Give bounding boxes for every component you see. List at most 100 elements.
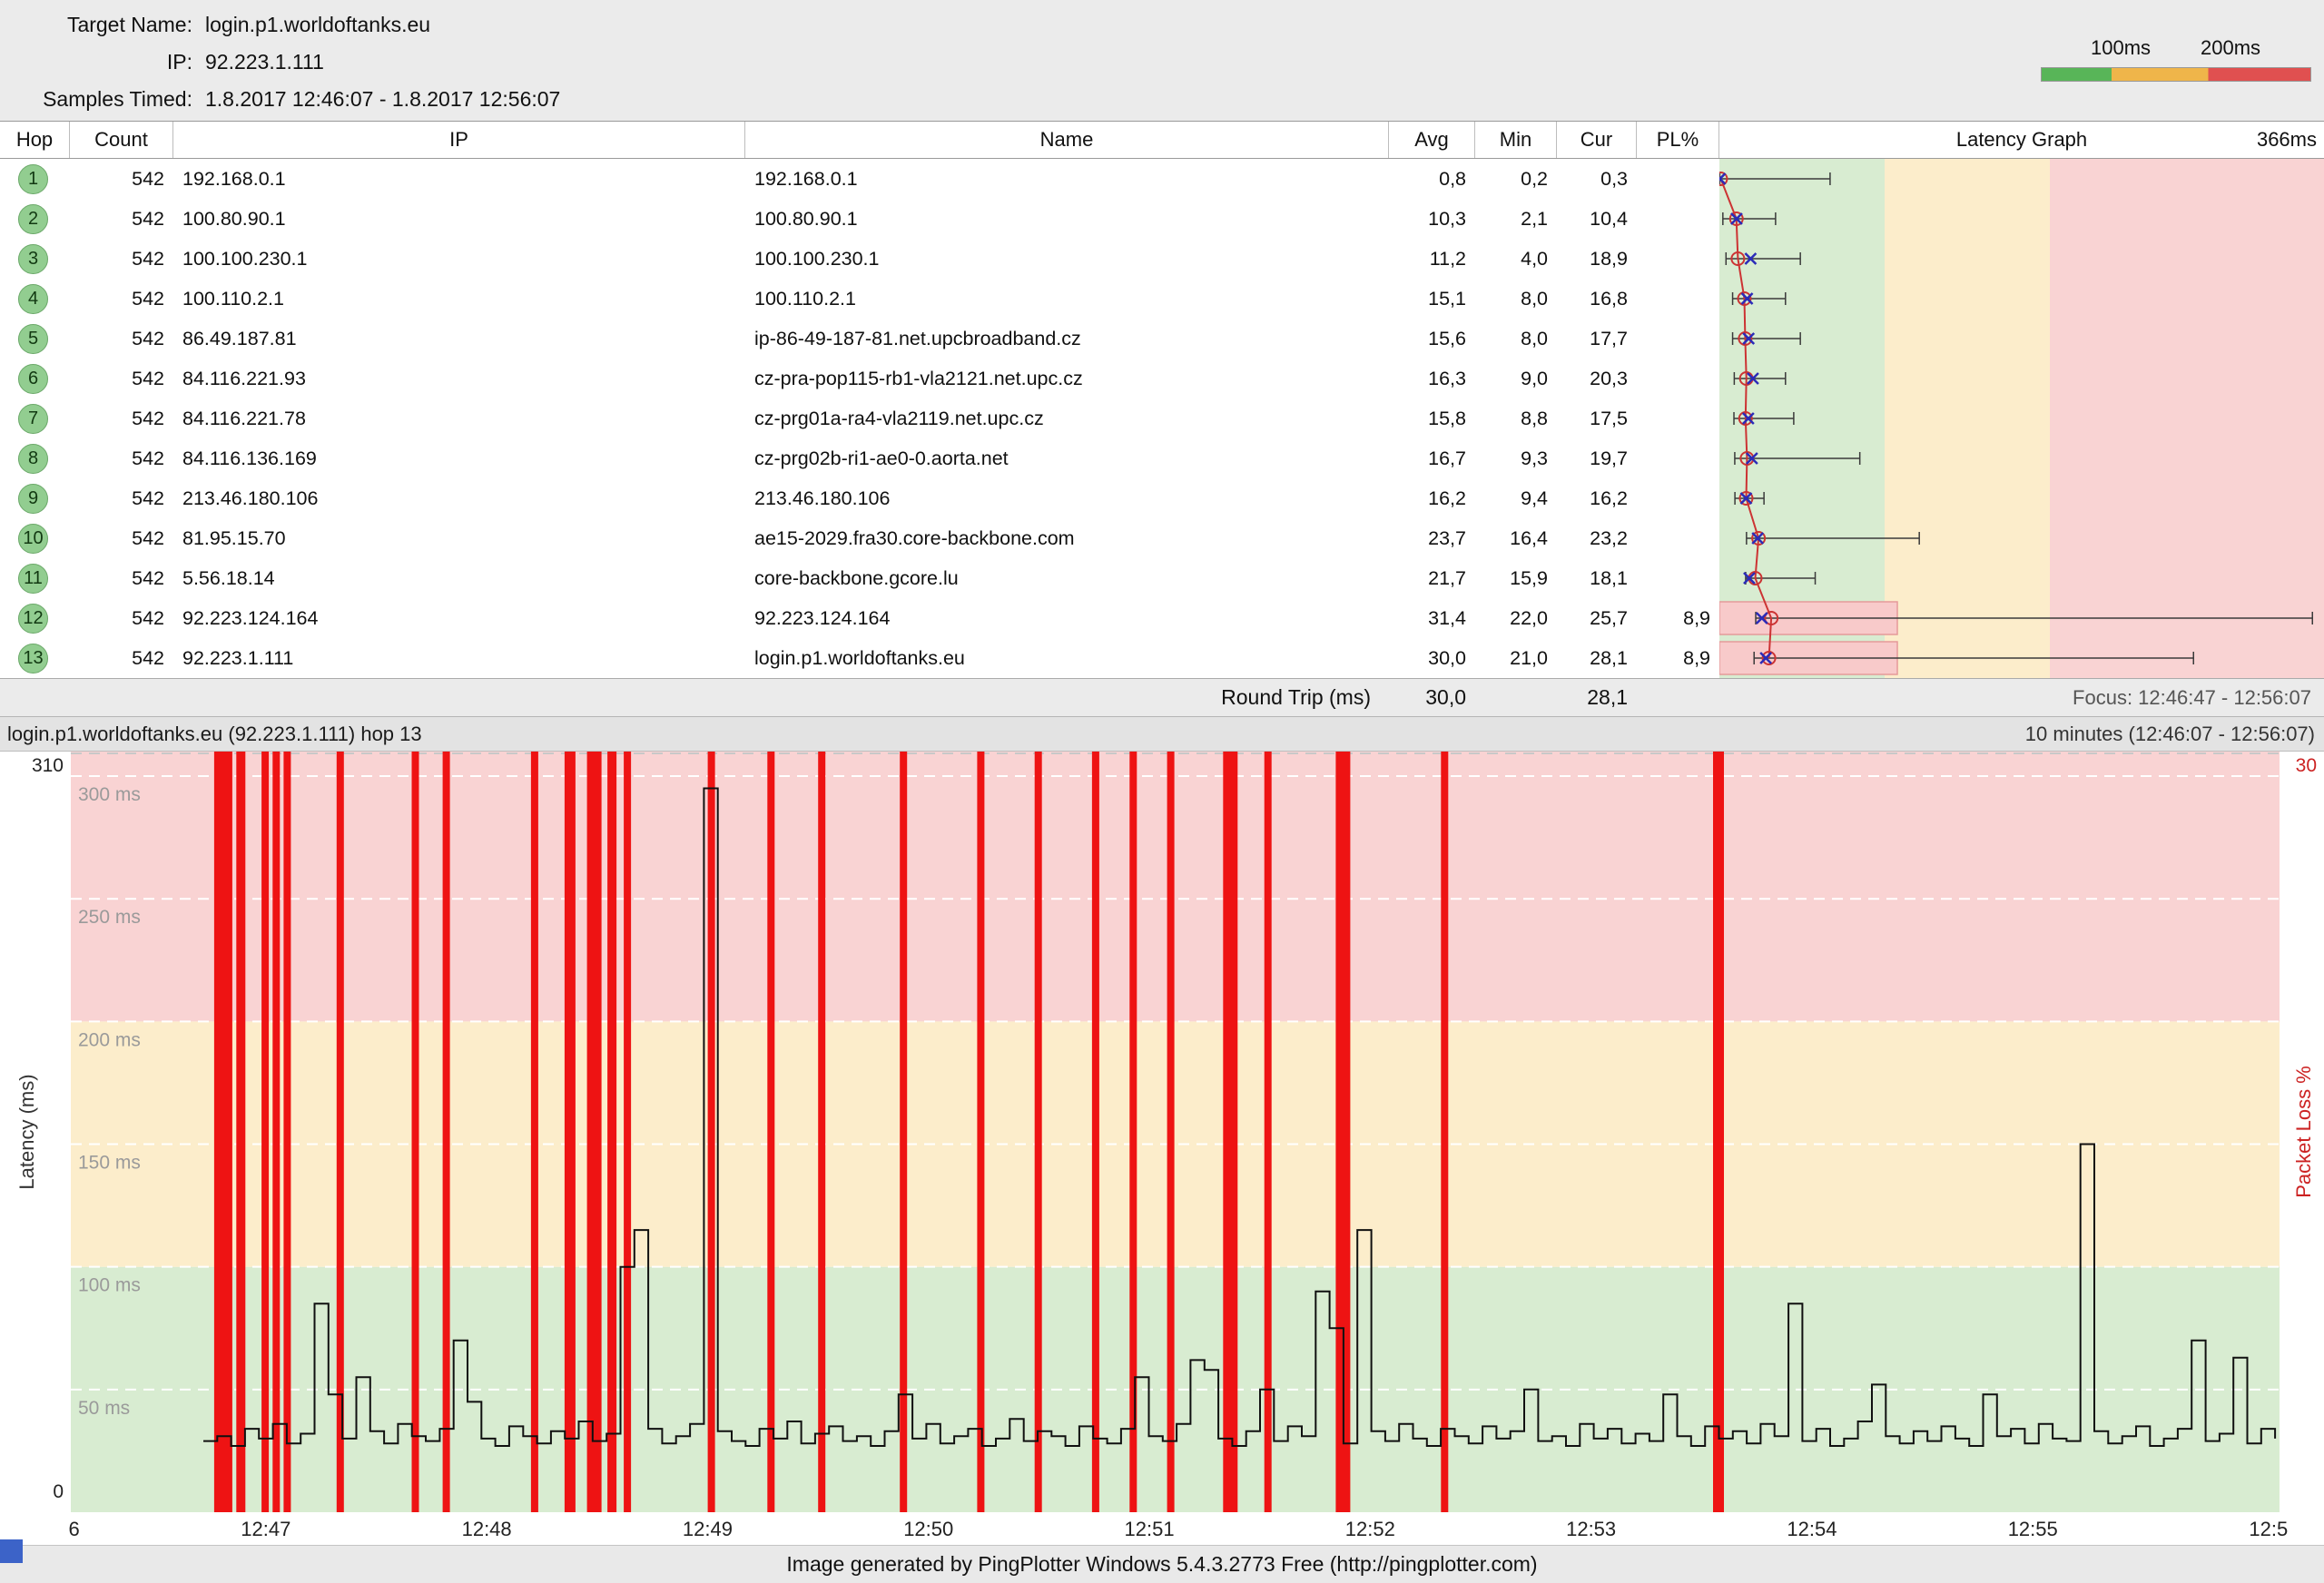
avg-cell: 16,7 [1389, 438, 1466, 478]
x-tick-label: 6 [69, 1518, 80, 1541]
avg-cell: 15,8 [1389, 398, 1466, 438]
name-cell: cz-prg01a-ra4-vla2119.net.upc.cz [754, 398, 1381, 438]
corner-accent [0, 1539, 23, 1563]
latency-graph-column[interactable] [1719, 159, 2324, 678]
avg-cell: 15,6 [1389, 319, 1466, 359]
avg-cell: 21,7 [1389, 558, 1466, 598]
name-cell: 100.110.2.1 [754, 279, 1381, 319]
col-header-hop[interactable]: Hop [0, 122, 70, 158]
time-graph-window-label[interactable]: 10 minutes (12:46:07 - 12:56:07) [2025, 717, 2315, 751]
cur-cell: 16,8 [1557, 279, 1628, 319]
hop-badge: 1 [18, 164, 48, 194]
avg-cell: 16,3 [1389, 359, 1466, 398]
pl-cell [1637, 518, 1710, 558]
latency-graph-title: Latency Graph [1956, 128, 2087, 151]
min-cell: 0,2 [1475, 159, 1548, 199]
cur-cell: 17,5 [1557, 398, 1628, 438]
col-header-avg[interactable]: Avg [1389, 122, 1475, 158]
samples-timed-label: Samples Timed: [0, 87, 192, 112]
count-cell: 542 [70, 438, 164, 478]
legend-200ms-label: 200ms [2201, 36, 2260, 60]
name-cell: cz-prg02b-ri1-ae0-0.aorta.net [754, 438, 1381, 478]
ip-label: IP: [0, 50, 192, 74]
cur-cell: 17,7 [1557, 319, 1628, 359]
cur-cell: 20,3 [1557, 359, 1628, 398]
ip-cell: 5.56.18.14 [182, 558, 727, 598]
latency-scale-label: 366ms [2257, 122, 2317, 158]
count-cell: 542 [70, 159, 164, 199]
avg-cell: 15,1 [1389, 279, 1466, 319]
pingplotter-window: Target Name: login.p1.worldoftanks.eu IP… [0, 0, 2324, 1583]
hop-badge: 13 [18, 644, 48, 674]
pl-cell [1637, 398, 1710, 438]
svg-text:100 ms: 100 ms [78, 1275, 141, 1296]
footer-bar: Image generated by PingPlotter Windows 5… [0, 1545, 2324, 1583]
name-cell: 100.100.230.1 [754, 239, 1381, 279]
col-header-ip[interactable]: IP [173, 122, 745, 158]
count-cell: 542 [70, 558, 164, 598]
target-name-label: Target Name: [0, 13, 192, 37]
min-cell: 16,4 [1475, 518, 1548, 558]
hop-badge: 5 [18, 324, 48, 354]
samples-timed-value: 1.8.2017 12:46:07 - 1.8.2017 12:56:07 [205, 87, 560, 112]
x-tick-label: 12:54 [1787, 1518, 1837, 1541]
cur-cell: 19,7 [1557, 438, 1628, 478]
x-axis: 612:4712:4812:4912:5012:5112:5212:5312:5… [0, 1512, 2324, 1545]
min-cell: 8,0 [1475, 279, 1548, 319]
ip-cell: 92.223.1.111 [182, 638, 727, 678]
count-cell: 542 [70, 398, 164, 438]
legend-100ms-label: 100ms [2091, 36, 2151, 60]
col-header-latency-graph[interactable]: Latency Graph 366ms [1719, 122, 2324, 158]
ip-cell: 84.116.221.78 [182, 398, 727, 438]
y-axis-min-label: 0 [0, 1481, 64, 1503]
hop-badge: 6 [18, 364, 48, 394]
x-tick-label: 12:48 [462, 1518, 512, 1541]
hop-badge: 3 [18, 244, 48, 274]
col-header-min[interactable]: Min [1475, 122, 1557, 158]
packet-loss-axis-title: Packet Loss % [2292, 1066, 2316, 1198]
x-tick-label: 12:53 [1566, 1518, 1616, 1541]
y-axis-max-label: 310 [0, 755, 64, 777]
pl-cell [1637, 159, 1710, 199]
col-header-cur[interactable]: Cur [1557, 122, 1637, 158]
name-cell: 100.80.90.1 [754, 199, 1381, 239]
time-graph-title: login.p1.worldoftanks.eu (92.223.1.111) … [7, 717, 422, 751]
count-cell: 542 [70, 319, 164, 359]
cur-cell: 16,2 [1557, 478, 1628, 518]
name-cell: 92.223.124.164 [754, 598, 1381, 638]
pl-cell [1637, 359, 1710, 398]
cur-cell: 18,9 [1557, 239, 1628, 279]
x-tick-label: 12:5 [2249, 1518, 2288, 1541]
svg-text:50 ms: 50 ms [78, 1398, 130, 1419]
packet-loss-axis-max-label: 30 [2280, 755, 2317, 777]
summary-header: Target Name: login.p1.worldoftanks.eu IP… [0, 0, 2324, 121]
col-header-count[interactable]: Count [70, 122, 173, 158]
count-cell: 542 [70, 359, 164, 398]
latency-time-graph[interactable]: 50 ms100 ms150 ms200 ms250 ms300 ms [71, 752, 2280, 1512]
name-cell: ae15-2029.fra30.core-backbone.com [754, 518, 1381, 558]
pl-cell [1637, 239, 1710, 279]
footer-text: Image generated by PingPlotter Windows 5… [786, 1552, 1537, 1576]
svg-text:150 ms: 150 ms [78, 1153, 141, 1174]
ip-value: 92.223.1.111 [205, 50, 324, 74]
hop-badge: 10 [18, 524, 48, 554]
min-cell: 9,4 [1475, 478, 1548, 518]
latency-threshold-legend-bar [2041, 67, 2311, 82]
round-trip-avg: 30,0 [1389, 679, 1466, 716]
col-header-name[interactable]: Name [745, 122, 1389, 158]
latency-axis-title: Latency (ms) [15, 1074, 39, 1189]
hop-badge: 2 [18, 204, 48, 234]
avg-cell: 23,7 [1389, 518, 1466, 558]
avg-cell: 0,8 [1389, 159, 1466, 199]
focus-range-label[interactable]: Focus: 12:46:47 - 12:56:07 [2073, 679, 2311, 716]
hop-badge: 7 [18, 404, 48, 434]
min-cell: 22,0 [1475, 598, 1548, 638]
count-cell: 542 [70, 478, 164, 518]
x-tick-label: 12:51 [1125, 1518, 1175, 1541]
target-name-value: login.p1.worldoftanks.eu [205, 13, 430, 37]
name-cell: 213.46.180.106 [754, 478, 1381, 518]
name-cell: 192.168.0.1 [754, 159, 1381, 199]
col-header-pl[interactable]: PL% [1637, 122, 1719, 158]
cur-cell: 10,4 [1557, 199, 1628, 239]
time-graph-header: login.p1.worldoftanks.eu (92.223.1.111) … [0, 717, 2324, 752]
